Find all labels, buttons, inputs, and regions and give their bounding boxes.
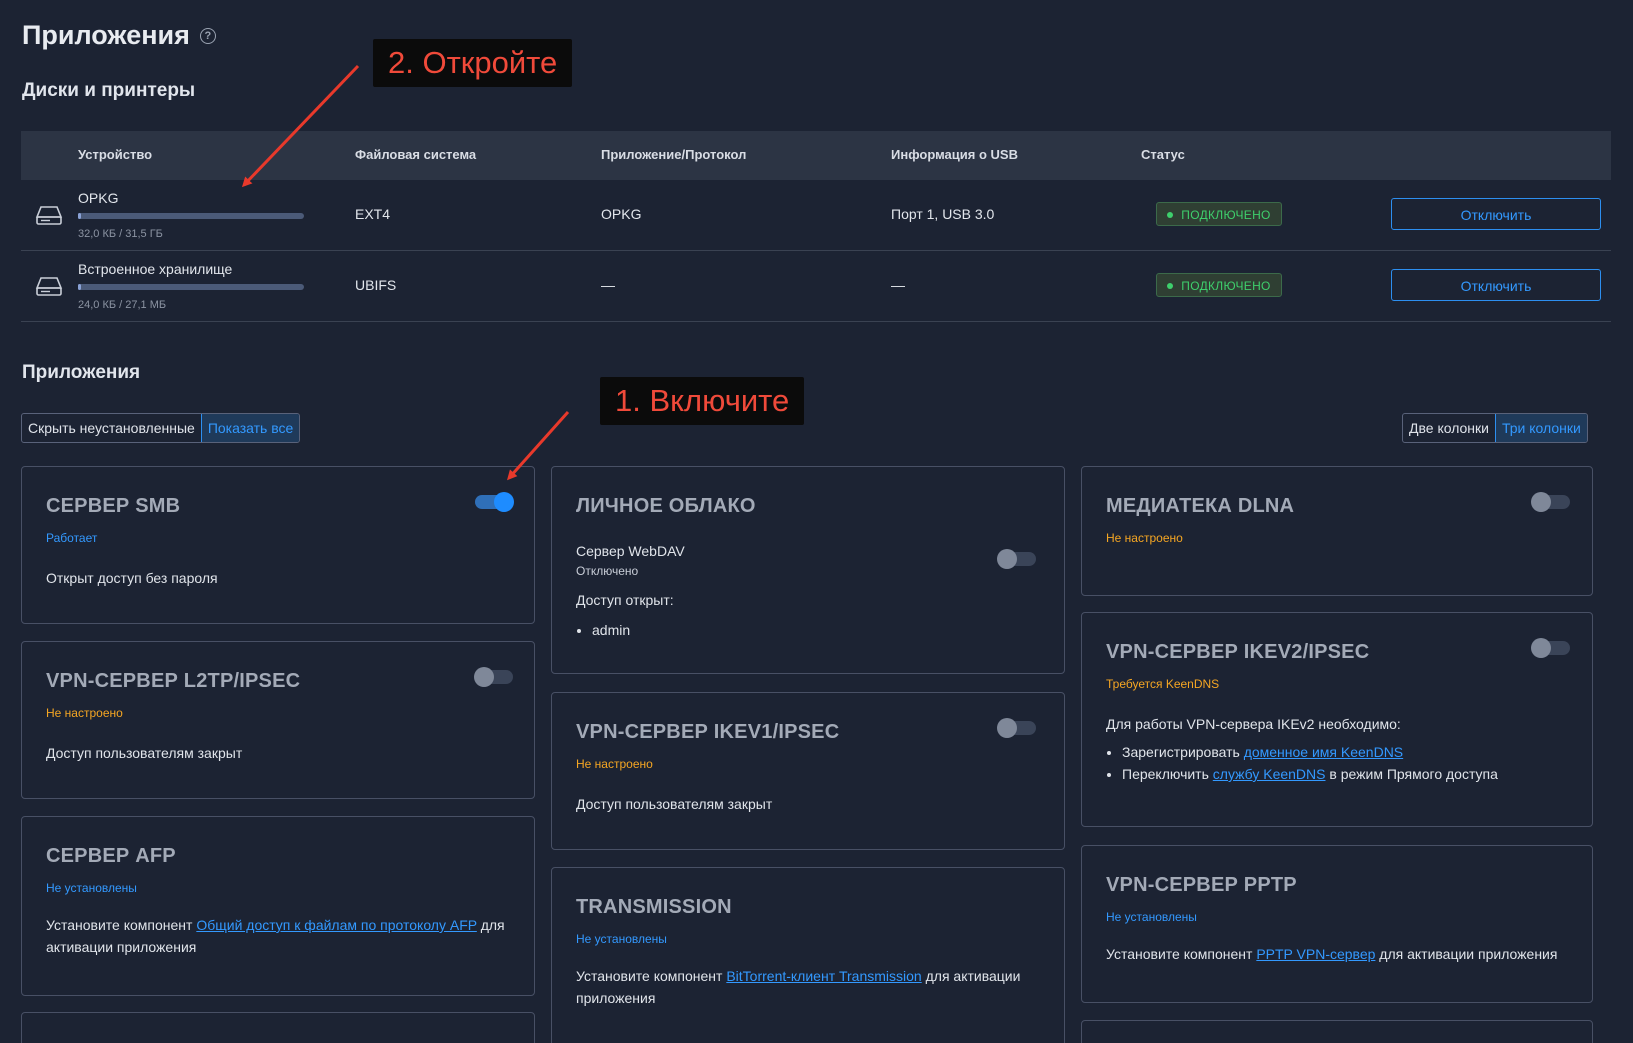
- annotation-arrows: [241, 64, 570, 481]
- arrow-to-opkg: [241, 64, 360, 188]
- page: Приложения ? Диски и принтеры Устройство…: [0, 0, 1633, 1043]
- arrow-to-smb-toggle: [507, 411, 570, 481]
